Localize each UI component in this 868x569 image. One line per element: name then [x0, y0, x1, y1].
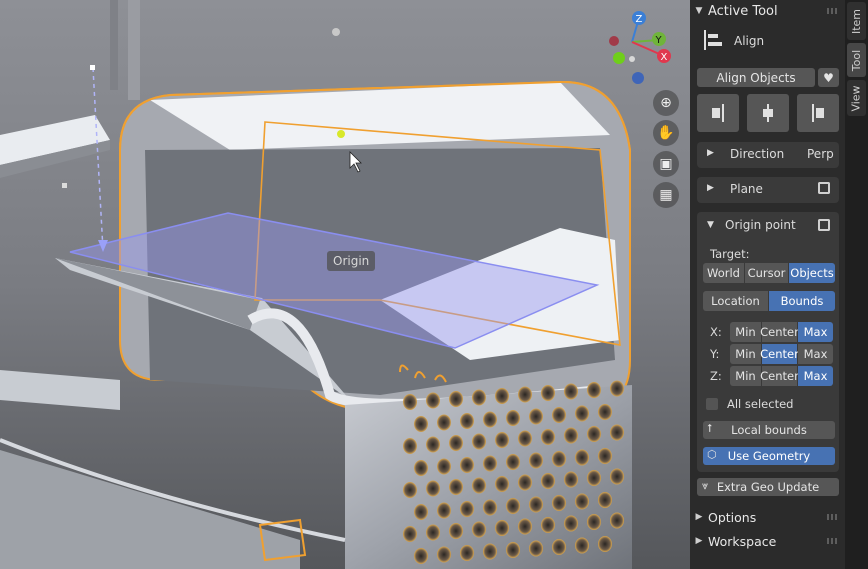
origin-point-panel: ▼ Origin point Target: World Cursor Obje… [697, 212, 839, 472]
x-center-option[interactable]: Center [760, 322, 799, 342]
drag-grip-icon[interactable] [827, 538, 839, 544]
direction-value: Perp [807, 147, 834, 161]
scene-render: Z Y X [0, 0, 690, 569]
tab-item[interactable]: Item [847, 2, 866, 40]
x-bounds-selector: Min Center Max [730, 322, 833, 342]
sidebar-panel: ▼ Active Tool Align Align Objects ♥ ▶ Di… [690, 0, 845, 569]
direction-row[interactable]: ▶ Direction Perp [697, 142, 839, 168]
plane-label: Plane [730, 182, 763, 196]
heart-icon[interactable]: ♥ [818, 68, 839, 87]
target-world-option[interactable]: World [703, 263, 745, 283]
target-cursor-option[interactable]: Cursor [745, 263, 789, 283]
z-max-option[interactable]: Max [798, 366, 833, 386]
camera-icon[interactable]: ▣ [653, 151, 679, 177]
axis-x-label: X [661, 52, 668, 63]
z-center-option[interactable]: Center [760, 366, 799, 386]
expand-right-icon: ▶ [707, 148, 714, 158]
collapse-down-icon[interactable]: ▼ [707, 220, 714, 230]
y-bounds-selector: Min Center Max [730, 344, 833, 364]
align-center-button[interactable] [747, 94, 789, 132]
origin-point-label: Origin point [725, 218, 796, 232]
target-objects-option[interactable]: Objects [789, 263, 835, 283]
align-objects-button[interactable]: Align Objects [697, 68, 815, 87]
workspace-header[interactable]: ▶ Workspace [690, 530, 845, 552]
align-tool-icon [704, 30, 722, 50]
grid-view-icon[interactable]: ▦ [653, 182, 679, 208]
y-center-option[interactable]: Center [760, 344, 799, 364]
expand-right-icon: ▶ [707, 183, 714, 193]
hand-pan-icon[interactable]: ✋ [653, 120, 679, 146]
vertex-icon: ⩔ [702, 479, 709, 492]
axis-y-label: Y [655, 35, 663, 46]
tool-name: Align [734, 34, 765, 48]
sidebar-tabs: Item Tool View [845, 0, 868, 569]
fullscreen-icon[interactable] [818, 182, 830, 194]
axis-y-row-label: Y: [710, 347, 720, 361]
target-selector: World Cursor Objects [703, 263, 835, 283]
collapse-down-icon: ▼ [695, 6, 703, 16]
target-label: Target: [710, 247, 750, 261]
z-min-option[interactable]: Min [730, 366, 762, 386]
align-left-button[interactable] [797, 94, 839, 132]
align-right-button[interactable] [697, 94, 739, 132]
geometry-icon: ⬡ [707, 448, 717, 461]
tab-view[interactable]: View [847, 80, 866, 116]
x-min-option[interactable]: Min [730, 322, 762, 342]
origin-tooltip: Origin [327, 251, 376, 271]
fullscreen-icon[interactable] [818, 219, 830, 231]
axis-z-label: Z [636, 14, 643, 25]
zoom-icon[interactable]: ⊕ [653, 90, 679, 116]
tab-tool[interactable]: Tool [847, 43, 866, 77]
use-geometry-button[interactable]: ⬡ Use Geometry [703, 447, 835, 465]
direction-label: Direction [730, 147, 785, 161]
drag-grip-icon[interactable] [827, 514, 839, 520]
plane-row[interactable]: ▶ Plane [697, 177, 839, 203]
active-tool-header[interactable]: ▼ Active Tool [690, 0, 845, 22]
axis-z-row-label: Z: [710, 369, 722, 383]
mode-selector: Location Bounds [703, 291, 835, 311]
axis-x-row-label: X: [710, 325, 722, 339]
all-selected-label: All selected [727, 397, 794, 411]
y-min-option[interactable]: Min [730, 344, 762, 364]
mode-bounds-option[interactable]: Bounds [769, 291, 835, 311]
3d-viewport[interactable]: Z Y X Origin ⊕ ✋ ▣ ▦ [0, 0, 690, 569]
expand-right-icon: ▶ [695, 512, 703, 522]
all-selected-checkbox[interactable] [706, 398, 718, 410]
local-bounds-icon: ⭡ [707, 422, 713, 435]
y-max-option[interactable]: Max [798, 344, 833, 364]
options-header[interactable]: ▶ Options [690, 506, 845, 528]
expand-right-icon: ▶ [695, 536, 703, 546]
mode-location-option[interactable]: Location [703, 291, 769, 311]
z-bounds-selector: Min Center Max [730, 366, 833, 386]
local-bounds-button[interactable]: ⭡ Local bounds [703, 421, 835, 439]
drag-grip-icon[interactable] [827, 8, 839, 14]
extra-geo-update-button[interactable]: ⩔ Extra Geo Update [697, 478, 839, 496]
x-max-option[interactable]: Max [798, 322, 833, 342]
